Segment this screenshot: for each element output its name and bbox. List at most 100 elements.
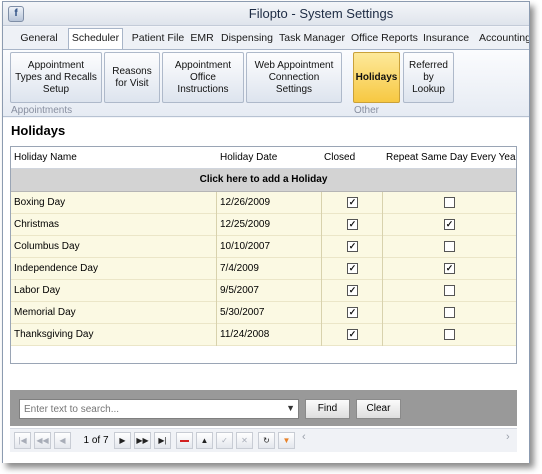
repeat-checkbox[interactable]	[444, 307, 455, 318]
next-record-icon[interactable]: ▶	[114, 432, 131, 449]
holiday-date-cell[interactable]: 9/5/2007	[220, 285, 259, 296]
table-row[interactable]: Christmas 12/25/2009 ✓ ✓	[11, 214, 516, 236]
tab-office-reports[interactable]: Office Reports	[351, 29, 418, 49]
table-row[interactable]: Columbus Day 10/10/2007 ✓	[11, 236, 516, 258]
column-header-closed[interactable]: Closed	[324, 152, 355, 163]
clear-button[interactable]: Clear	[356, 399, 401, 419]
column-divider	[216, 302, 217, 324]
column-divider	[216, 258, 217, 280]
settings-window: f Filopto - System Settings General Sche…	[2, 1, 530, 463]
closed-checkbox[interactable]: ✓	[347, 241, 358, 252]
column-header-holiday-date[interactable]: Holiday Date	[220, 152, 277, 163]
holiday-name-cell[interactable]: Memorial Day	[14, 307, 76, 318]
table-row[interactable]: Thanksgiving Day 11/24/2008 ✓	[11, 324, 516, 346]
closed-checkbox[interactable]: ✓	[347, 219, 358, 230]
repeat-checkbox[interactable]: ✓	[444, 263, 455, 274]
title-bar: f Filopto - System Settings	[3, 2, 529, 26]
closed-checkbox[interactable]: ✓	[347, 263, 358, 274]
column-divider	[382, 236, 383, 258]
column-divider	[216, 280, 217, 302]
holiday-name-cell[interactable]: Boxing Day	[14, 197, 65, 208]
refresh-icon[interactable]: ↻	[258, 432, 275, 449]
holiday-date-cell[interactable]: 12/25/2009	[220, 219, 270, 230]
grid-header: Holiday Name Holiday Date Closed Repeat …	[11, 147, 516, 169]
holiday-date-cell[interactable]: 5/30/2007	[220, 307, 265, 318]
holidays-grid: Holiday Name Holiday Date Closed Repeat …	[10, 146, 517, 364]
search-dropdown-icon[interactable]: ▼	[286, 403, 295, 413]
table-row[interactable]: Labor Day 9/5/2007 ✓	[11, 280, 516, 302]
search-box: ▼	[19, 399, 299, 419]
tab-general[interactable]: General	[15, 29, 63, 49]
nav-scroll-left-icon[interactable]: ‹	[302, 431, 306, 443]
first-page-icon[interactable]: |◀	[14, 432, 31, 449]
reasons-for-visit-button[interactable]: Reasons for Visit	[104, 52, 160, 103]
table-row[interactable]: Boxing Day 12/26/2009 ✓	[11, 192, 516, 214]
tab-insurance[interactable]: Insurance	[422, 29, 470, 49]
column-divider	[382, 302, 383, 324]
add-holiday-row[interactable]: Click here to add a Holiday	[11, 169, 516, 192]
previous-page-icon[interactable]: ◀◀	[34, 432, 51, 449]
referred-by-lookup-button[interactable]: Referred by Lookup	[403, 52, 454, 103]
group-label-other: Other	[354, 105, 380, 116]
tab-dispensing[interactable]: Dispensing	[220, 29, 274, 49]
appointment-types-button[interactable]: Appointment Types and Recalls Setup	[10, 52, 102, 103]
column-divider	[382, 214, 383, 236]
column-divider	[321, 236, 322, 258]
search-panel: ▼ Find Clear	[10, 390, 517, 426]
table-row[interactable]: Independence Day 7/4/2009 ✓ ✓	[11, 258, 516, 280]
closed-checkbox[interactable]: ✓	[347, 307, 358, 318]
column-divider	[321, 280, 322, 302]
page-indicator: 1 of 7	[83, 435, 109, 446]
closed-checkbox[interactable]: ✓	[347, 197, 358, 208]
column-divider	[321, 258, 322, 280]
tab-scheduler[interactable]: Scheduler	[68, 28, 123, 49]
search-input[interactable]	[20, 400, 280, 418]
last-page-icon[interactable]: ▶|	[154, 432, 171, 449]
column-divider	[216, 324, 217, 346]
repeat-checkbox[interactable]	[444, 285, 455, 296]
cancel-edit-icon[interactable]: ✕	[236, 432, 253, 449]
holiday-name-cell[interactable]: Christmas	[14, 219, 59, 230]
move-up-icon[interactable]: ▲	[196, 432, 213, 449]
nav-scroll-right-icon[interactable]: ›	[506, 431, 510, 443]
column-header-repeat[interactable]: Repeat Same Day Every Year	[386, 152, 516, 163]
find-button[interactable]: Find	[305, 399, 350, 419]
holiday-name-cell[interactable]: Labor Day	[14, 285, 60, 296]
table-row[interactable]: Memorial Day 5/30/2007 ✓	[11, 302, 516, 324]
holiday-name-cell[interactable]: Columbus Day	[14, 241, 80, 252]
tab-emr[interactable]: EMR	[189, 29, 215, 49]
repeat-checkbox[interactable]: ✓	[444, 219, 455, 230]
tab-accounting[interactable]: Accounting	[477, 29, 529, 49]
appointment-office-instructions-button[interactable]: Appointment Office Instructions	[162, 52, 244, 103]
column-divider	[321, 302, 322, 324]
tab-strip: General Scheduler Patient File EMR Dispe…	[3, 27, 529, 49]
holiday-date-cell[interactable]: 7/4/2009	[220, 263, 259, 274]
repeat-checkbox[interactable]	[444, 197, 455, 208]
closed-checkbox[interactable]: ✓	[347, 285, 358, 296]
holiday-name-cell[interactable]: Thanksgiving Day	[14, 329, 93, 340]
tab-patient-file[interactable]: Patient File	[127, 29, 189, 49]
holidays-button[interactable]: Holidays	[353, 52, 400, 103]
column-header-holiday-name[interactable]: Holiday Name	[14, 152, 77, 163]
filter-icon[interactable]: ▼	[278, 432, 295, 449]
next-page-icon[interactable]: ▶▶	[134, 432, 151, 449]
column-divider	[216, 192, 217, 214]
group-label-appointments: Appointments	[11, 105, 73, 116]
web-appointment-settings-button[interactable]: Web Appointment Connection Settings	[246, 52, 342, 103]
column-divider	[382, 280, 383, 302]
previous-record-icon[interactable]: ◀	[54, 432, 71, 449]
holiday-date-cell[interactable]: 10/10/2007	[220, 241, 270, 252]
holiday-date-cell[interactable]: 11/24/2008	[220, 329, 269, 340]
data-navigator: |◀ ◀◀ ◀ 1 of 7 ▶ ▶▶ ▶| ▲ ✓ ✕ ↻ ▼ ‹ ›	[10, 428, 517, 452]
column-divider	[216, 236, 217, 258]
column-divider	[382, 258, 383, 280]
repeat-checkbox[interactable]	[444, 329, 455, 340]
remove-record-icon[interactable]	[176, 432, 193, 449]
closed-checkbox[interactable]: ✓	[347, 329, 358, 340]
tab-task-manager[interactable]: Task Manager	[279, 29, 345, 49]
repeat-checkbox[interactable]	[444, 241, 455, 252]
holiday-name-cell[interactable]: Independence Day	[14, 263, 98, 274]
column-divider	[321, 214, 322, 236]
save-record-icon[interactable]: ✓	[216, 432, 233, 449]
holiday-date-cell[interactable]: 12/26/2009	[220, 197, 270, 208]
